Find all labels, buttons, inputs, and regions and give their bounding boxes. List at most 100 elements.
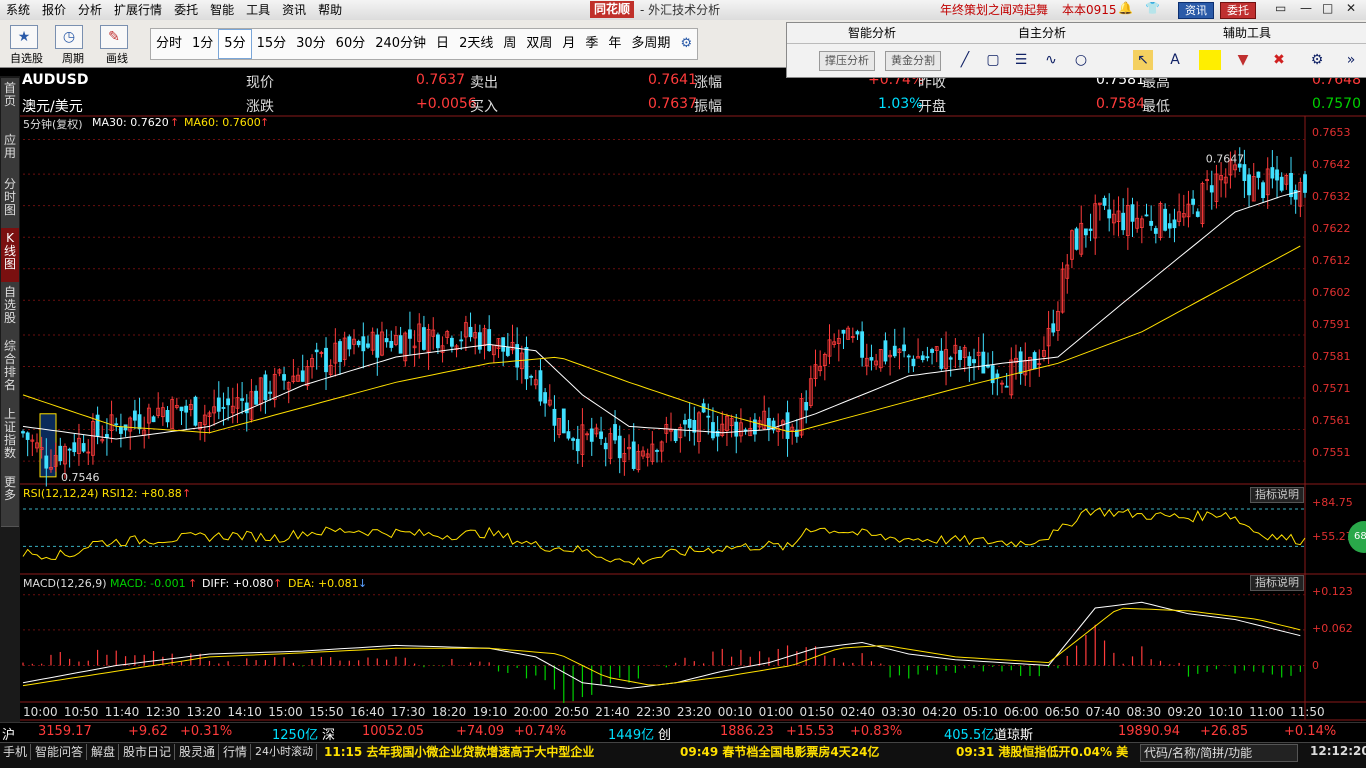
time-label: 15:00 <box>268 705 303 719</box>
analysis-panel: 智能分析 自主分析 辅助工具 撑压分析 黄金分割 ╱ ▢ ☰ ∿ ○ ↖ A ▼… <box>786 22 1366 78</box>
candle-body <box>906 355 911 358</box>
news-item[interactable]: 09:49 春节档全国电影票房4天24亿 <box>680 744 879 760</box>
time-label: 01:50 <box>799 705 835 719</box>
time-label: 21:40 <box>595 705 630 719</box>
candle-body <box>673 429 678 442</box>
rsi-tick: +55.27 <box>1312 530 1353 543</box>
time-label: 17:30 <box>390 705 426 719</box>
y-tick: 0.7561 <box>1312 414 1351 427</box>
candle-body <box>766 418 771 430</box>
candle-body <box>524 347 529 380</box>
candle-body <box>1242 164 1247 181</box>
time-label: 23:20 <box>676 705 712 719</box>
candle-body <box>384 338 389 343</box>
analysis-button[interactable]: 解盘 <box>88 744 120 760</box>
y-tick: 0.7571 <box>1312 382 1351 395</box>
candle-body <box>505 347 510 356</box>
kline-chart[interactable]: 0.7647 0.7546 <box>0 0 1366 767</box>
candle-body <box>338 341 342 362</box>
custom-analysis-header[interactable]: 自主分析 <box>957 23 1127 44</box>
candle-body <box>575 438 580 452</box>
sh-amount: 1250亿 <box>272 728 319 743</box>
dj-label[interactable]: 道琼斯 <box>994 724 1033 743</box>
news-item[interactable]: 09:31 港股恒指低开0.04% 美 <box>956 744 1128 760</box>
candle-body <box>1004 385 1009 388</box>
color-picker-icon[interactable] <box>1199 50 1221 70</box>
candle-body <box>589 428 594 442</box>
settings-icon[interactable]: ⚙ <box>1307 50 1327 70</box>
cy-pct: +0.83% <box>850 724 903 739</box>
time-label: 16:40 <box>349 705 385 719</box>
candle-body <box>449 337 454 347</box>
candle-body <box>1261 182 1265 199</box>
candle-body <box>459 339 464 342</box>
channel-tool-icon[interactable]: ☰ <box>1011 50 1031 70</box>
y-tick: 0.7551 <box>1312 446 1351 459</box>
candle-body <box>1279 176 1284 191</box>
ling-tong-button[interactable]: 股灵通 <box>176 744 220 760</box>
y-tick: 0.7632 <box>1312 190 1351 203</box>
mobile-button[interactable]: 手机 <box>0 744 32 760</box>
sz-label[interactable]: 深 <box>322 724 335 743</box>
candle-body <box>422 327 426 350</box>
candle-body <box>114 423 119 426</box>
candle-body <box>869 357 874 361</box>
diary-button[interactable]: 股市日记 <box>120 744 176 760</box>
time-label: 10:50 <box>63 705 99 719</box>
line-tool-icon[interactable]: ╱ <box>955 50 975 70</box>
candle-body <box>920 355 925 361</box>
candle-body <box>1247 174 1251 196</box>
candle-body <box>95 414 100 437</box>
news-item[interactable]: 11:15 去年我国小微企业贷款增速高于大中型企业 <box>324 744 594 760</box>
sh-label[interactable]: 沪 <box>2 724 15 743</box>
candle-body <box>1032 352 1037 370</box>
candle-body <box>958 349 962 360</box>
candle-body <box>375 334 380 358</box>
candle-body <box>552 408 557 426</box>
market-button[interactable]: 行情 <box>220 744 252 760</box>
marker-icon[interactable]: ▼ <box>1233 50 1253 70</box>
wave-tool-icon[interactable]: ∿ <box>1041 50 1061 70</box>
candle-body <box>477 332 482 350</box>
aux-tools-header[interactable]: 辅助工具 <box>1127 23 1366 44</box>
candle-body <box>855 331 860 335</box>
candle-body <box>1303 174 1307 193</box>
sh-value: 3159.17 <box>38 724 92 739</box>
circle-tool-icon[interactable]: ○ <box>1071 50 1091 70</box>
time-label: 20:50 <box>554 705 589 719</box>
time-label: 22:30 <box>636 705 671 719</box>
candle-body <box>1074 228 1079 250</box>
rect-tool-icon[interactable]: ▢ <box>983 50 1003 70</box>
candle-body <box>571 438 575 441</box>
candle-body <box>398 335 403 354</box>
candle-body <box>1121 212 1126 231</box>
text-tool-icon[interactable]: A <box>1165 50 1185 70</box>
rolling-news-button[interactable]: 24小时滚动 <box>252 744 317 760</box>
candle-body <box>487 329 492 352</box>
expand-icon[interactable]: » <box>1341 50 1361 70</box>
smart-analysis-header[interactable]: 智能分析 <box>787 23 957 44</box>
candle-body <box>1149 220 1154 226</box>
candle-body <box>1256 171 1261 178</box>
candle-body <box>1144 214 1149 217</box>
dj-change: +26.85 <box>1200 724 1249 739</box>
sz-change: +74.09 <box>456 724 505 739</box>
delete-icon[interactable]: ✖ <box>1269 50 1289 70</box>
candle-body <box>221 407 226 409</box>
cy-label[interactable]: 创 <box>658 724 671 743</box>
candle-body <box>617 435 622 459</box>
support-analysis-button[interactable]: 撑压分析 <box>819 51 875 71</box>
search-input[interactable]: 代码/名称/简拼/功能 <box>1140 744 1298 762</box>
golden-split-button[interactable]: 黄金分割 <box>885 51 941 71</box>
time-label: 11:00 <box>1249 705 1284 719</box>
candle-body <box>165 409 170 423</box>
candle-body <box>501 337 506 352</box>
smart-qa-button[interactable]: 智能问答 <box>32 744 88 760</box>
cursor-icon[interactable]: ↖ <box>1133 50 1153 70</box>
dj-pct: +0.14% <box>1284 724 1337 739</box>
time-label: 19:10 <box>472 705 508 719</box>
sz-amount: 1449亿 <box>608 728 655 743</box>
dea-line <box>22 607 1301 687</box>
candle-body <box>892 345 897 357</box>
candle-body <box>883 340 888 362</box>
